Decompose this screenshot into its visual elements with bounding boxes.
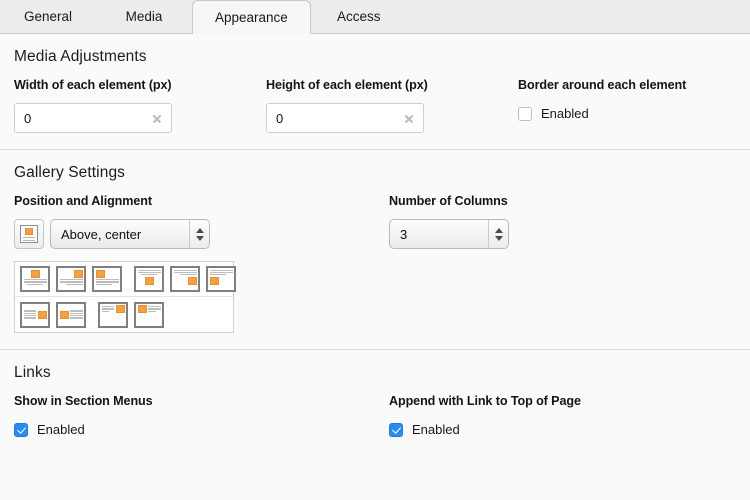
layout-option-below-center[interactable] — [134, 266, 164, 292]
media-adjustments-title: Media Adjustments — [14, 48, 736, 66]
image-block-icon — [25, 228, 33, 235]
layout-options-row-1 — [15, 262, 233, 297]
position-stepper[interactable] — [189, 220, 209, 248]
show-in-section-menus-group: Show in Section Menus Enabled — [14, 394, 389, 437]
section-links: Links Show in Section Menus Enabled Appe… — [0, 350, 750, 453]
layout-option-above-left[interactable] — [92, 266, 122, 292]
layout-option-left-top[interactable] — [134, 302, 164, 328]
show-in-section-menus-checkbox-label: Enabled — [37, 422, 85, 437]
border-field-group: Border around each element Enabled — [518, 78, 736, 121]
border-enabled-row[interactable]: Enabled — [518, 106, 736, 121]
layout-option-left-wrap[interactable] — [56, 302, 86, 328]
width-label: Width of each element (px) — [14, 78, 266, 92]
section-media-adjustments: Media Adjustments Width of each element … — [0, 34, 750, 150]
position-alignment-select[interactable]: Above, center — [50, 219, 210, 249]
layout-option-right-wrap[interactable] — [20, 302, 50, 328]
layout-option-above-center[interactable] — [20, 266, 50, 292]
layout-option-above-right[interactable] — [56, 266, 86, 292]
links-title: Links — [14, 364, 736, 382]
width-input-value: 0 — [15, 111, 147, 126]
tab-bar: General Media Appearance Access — [0, 0, 750, 34]
height-input-value: 0 — [267, 111, 399, 126]
chevron-up-icon — [495, 228, 503, 233]
chevron-up-icon — [196, 228, 204, 233]
tab-access[interactable]: Access — [311, 0, 407, 33]
height-field-group: Height of each element (px) 0 — [266, 78, 518, 133]
show-in-section-menus-row[interactable]: Enabled — [14, 422, 389, 437]
columns-stepper[interactable] — [488, 220, 508, 248]
number-of-columns-label: Number of Columns — [389, 194, 736, 208]
layout-option-below-right[interactable] — [170, 266, 200, 292]
position-alignment-value: Above, center — [51, 227, 189, 242]
layout-above-center-icon — [20, 225, 38, 243]
links-columns: Show in Section Menus Enabled Append wit… — [14, 394, 736, 437]
number-of-columns-select[interactable]: 3 — [389, 219, 509, 249]
height-input[interactable]: 0 — [266, 103, 424, 133]
layout-options-row-2 — [15, 297, 233, 332]
position-alignment-label: Position and Alignment — [14, 194, 389, 208]
chevron-down-icon — [196, 236, 204, 241]
position-control-row: Above, center — [14, 219, 389, 249]
border-enabled-label: Enabled — [541, 106, 589, 121]
layout-options-grid — [14, 261, 234, 333]
settings-content: Media Adjustments Width of each element … — [0, 34, 750, 500]
position-alignment-group: Position and Alignment — [14, 194, 389, 333]
append-top-link-row[interactable]: Enabled — [389, 422, 736, 437]
layout-preview-button[interactable] — [14, 219, 44, 249]
clear-icon[interactable] — [399, 108, 419, 128]
append-top-link-label: Append with Link to Top of Page — [389, 394, 736, 408]
section-gallery-settings: Gallery Settings Position and Alignment — [0, 150, 750, 350]
tab-media[interactable]: Media — [96, 0, 192, 33]
number-of-columns-value: 3 — [390, 227, 488, 242]
text-lines-icon — [23, 237, 35, 244]
layout-option-right-top[interactable] — [98, 302, 128, 328]
gallery-settings-columns: Position and Alignment — [14, 194, 736, 333]
clear-icon[interactable] — [147, 108, 167, 128]
gallery-settings-title: Gallery Settings — [14, 164, 736, 182]
tab-appearance[interactable]: Appearance — [192, 0, 311, 34]
tab-general[interactable]: General — [0, 0, 96, 33]
height-label: Height of each element (px) — [266, 78, 518, 92]
border-label: Border around each element — [518, 78, 736, 92]
append-top-link-checkbox[interactable] — [389, 423, 403, 437]
show-in-section-menus-checkbox[interactable] — [14, 423, 28, 437]
border-enabled-checkbox[interactable] — [518, 107, 532, 121]
append-top-link-group: Append with Link to Top of Page Enabled — [389, 394, 736, 437]
width-input[interactable]: 0 — [14, 103, 172, 133]
appearance-settings-panel: General Media Appearance Access Media Ad… — [0, 0, 750, 500]
layout-option-below-left[interactable] — [206, 266, 236, 292]
width-field-group: Width of each element (px) 0 — [14, 78, 266, 133]
media-adjustments-columns: Width of each element (px) 0 Height of e… — [14, 78, 736, 133]
show-in-section-menus-label: Show in Section Menus — [14, 394, 389, 408]
columns-group: Number of Columns 3 — [389, 194, 736, 249]
chevron-down-icon — [495, 236, 503, 241]
append-top-link-checkbox-label: Enabled — [412, 422, 460, 437]
